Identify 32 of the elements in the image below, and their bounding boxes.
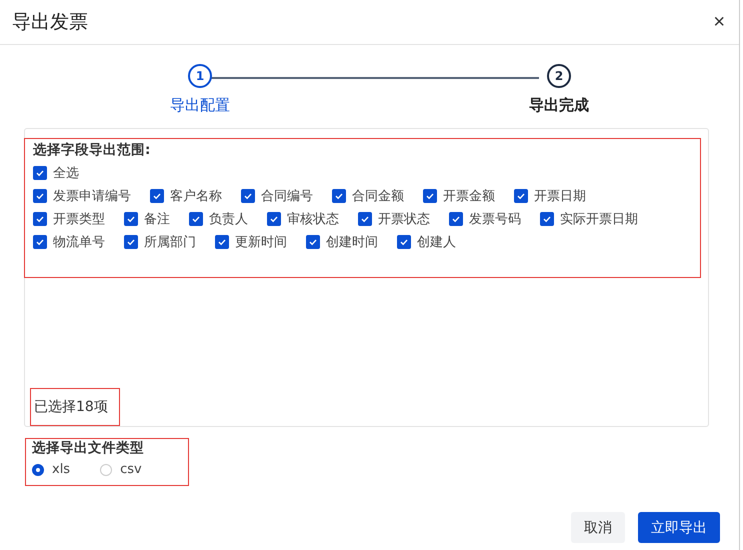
step-label: 导出配置 — [170, 96, 230, 115]
field-checkbox[interactable]: 物流单号 — [33, 233, 105, 251]
selected-count: 已选择18项 — [34, 398, 108, 416]
field-checkbox[interactable]: 开票状态 — [358, 210, 430, 228]
step-number: 1 — [188, 64, 212, 88]
field-checkbox[interactable]: 负责人 — [189, 210, 248, 228]
field-checkbox[interactable]: 备注 — [124, 210, 170, 228]
step-number: 2 — [547, 64, 571, 88]
field-checkbox[interactable]: 审核状态 — [267, 210, 339, 228]
section-heading: 选择字段导出范围: — [33, 141, 152, 159]
step-label: 导出完成 — [529, 96, 589, 115]
file-type-radio[interactable]: xls — [32, 462, 70, 477]
field-checkbox[interactable]: 开票金额 — [423, 187, 495, 205]
field-checkbox[interactable]: 实际开票日期 — [540, 210, 638, 228]
field-checkbox[interactable]: 开票类型 — [33, 210, 105, 228]
field-checkbox[interactable]: 客户名称 — [150, 187, 222, 205]
window-title: 导出发票 — [12, 10, 88, 35]
field-checkbox[interactable]: 开票日期 — [514, 187, 586, 205]
field-checkbox[interactable]: 合同金额 — [332, 187, 404, 205]
field-checkbox[interactable]: 所属部门 — [124, 233, 196, 251]
export-button[interactable]: 立即导出 — [638, 512, 720, 543]
cancel-button[interactable]: 取消 — [571, 512, 625, 543]
close-button[interactable]: × — [713, 10, 725, 34]
field-checkbox[interactable]: 发票号码 — [449, 210, 521, 228]
field-checkbox[interactable]: 更新时间 — [215, 233, 287, 251]
section-heading: 选择导出文件类型 — [32, 439, 145, 457]
field-checkbox[interactable]: 创建人 — [397, 233, 456, 251]
field-checkbox[interactable]: 发票申请编号 — [33, 187, 131, 205]
file-type-radio[interactable]: csv — [100, 462, 142, 477]
field-checkbox[interactable]: 创建时间 — [306, 233, 378, 251]
field-checkbox[interactable]: 合同编号 — [241, 187, 313, 205]
select-all-checkbox[interactable]: 全选 — [33, 164, 79, 182]
